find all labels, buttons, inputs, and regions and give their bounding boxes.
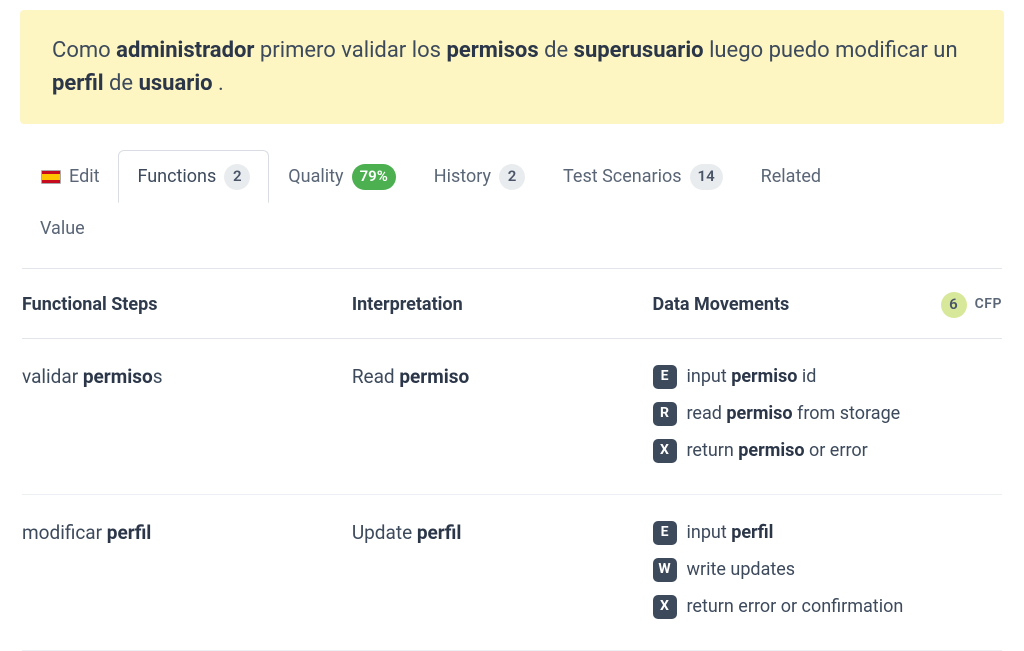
movement-line: Xreturn permiso or error	[653, 437, 1003, 464]
flag-icon	[41, 170, 61, 184]
tab-badge: 79%	[352, 164, 396, 190]
table-row: modificar perfil Update perfil Einput perf…	[22, 495, 1002, 651]
data-movements: Einput permiso id Rread permiso from stor…	[653, 363, 1003, 464]
main-content: Edit Functions 2 Quality 79% History 2 Test Sce…	[0, 150, 1024, 651]
tab-label: Test Scenarios	[563, 163, 681, 190]
col-data-movements-wrap: Data Movements 6 CFP	[653, 291, 1003, 318]
movement-code-badge: X	[653, 595, 677, 619]
cfp-label: CFP	[975, 294, 1002, 315]
movement-text: input permiso id	[687, 363, 817, 390]
movement-code-badge: E	[653, 521, 677, 545]
tab-related[interactable]: Related	[742, 150, 840, 203]
step-name: modificar perfil	[22, 519, 328, 548]
movement-line: Xreturn error or confirmation	[653, 593, 1003, 620]
divider	[22, 268, 1002, 269]
movement-line: Rread permiso from storage	[653, 400, 1003, 427]
functions-table: Functional Steps Interpretation Data Mov…	[22, 291, 1002, 651]
movement-text: return permiso or error	[687, 437, 868, 464]
movement-code-badge: E	[653, 365, 677, 389]
movement-text: input perfil	[687, 519, 774, 546]
tabs-row: Edit Functions 2 Quality 79% History 2 Test Sce…	[22, 150, 1002, 203]
movement-text: write updates	[687, 556, 796, 583]
tab-label: Related	[761, 163, 821, 190]
tab-label: History	[434, 163, 491, 190]
tab-value-label: Value	[40, 218, 85, 239]
tab-label: Edit	[69, 163, 99, 190]
movement-text: return error or confirmation	[687, 593, 904, 620]
movement-line: Einput permiso id	[653, 363, 1003, 390]
table-header: Functional Steps Interpretation Data Mov…	[22, 291, 1002, 339]
col-data-movements: Data Movements	[653, 291, 790, 318]
movement-code-badge: X	[653, 439, 677, 463]
col-interpretation: Interpretation	[352, 291, 629, 318]
movement-code-badge: R	[653, 402, 677, 426]
table-body: validar permisos Read permiso Einput permi…	[22, 339, 1002, 651]
tab-test-scenarios[interactable]: Test Scenarios 14	[544, 150, 742, 203]
interpretation: Read permiso	[352, 363, 629, 392]
tab-badge: 14	[690, 164, 723, 190]
table-row: validar permisos Read permiso Einput permi…	[22, 339, 1002, 495]
movement-code-badge: W	[653, 558, 677, 582]
step-name: validar permisos	[22, 363, 328, 392]
user-story-banner: Como administrador primero validar los p…	[20, 10, 1004, 124]
tab-functions[interactable]: Functions 2	[118, 150, 269, 203]
col-functional-steps: Functional Steps	[22, 291, 328, 318]
tab-quality[interactable]: Quality 79%	[269, 150, 414, 203]
movement-line: Wwrite updates	[653, 556, 1003, 583]
cfp-count-badge: 6	[941, 292, 967, 318]
data-movements: Einput perfil Wwrite updates Xreturn error…	[653, 519, 1003, 620]
tab-edit[interactable]: Edit	[22, 150, 118, 203]
tab-badge: 2	[499, 164, 525, 190]
tab-history[interactable]: History 2	[415, 150, 544, 203]
cfp-indicator: 6 CFP	[941, 292, 1002, 318]
tab-label: Functions	[137, 163, 216, 190]
movement-text: read permiso from storage	[687, 400, 901, 427]
interpretation: Update perfil	[352, 519, 629, 548]
tab-value[interactable]: Value	[22, 203, 1002, 254]
movement-line: Einput perfil	[653, 519, 1003, 546]
tab-label: Quality	[288, 163, 343, 190]
tab-badge: 2	[224, 164, 250, 190]
